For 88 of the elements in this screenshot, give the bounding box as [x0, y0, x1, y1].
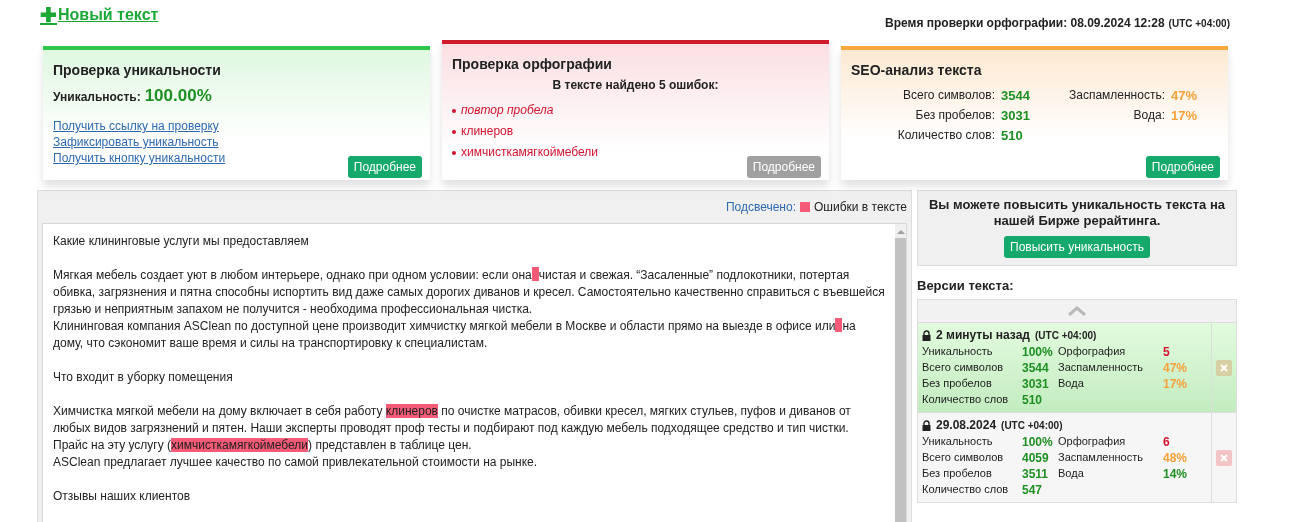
text-line: Мягкая мебель создает уют в любом интерьере, однако при одном условии: если она чистая и свежая. “Засаленные” подлокотники, потертая [53, 267, 851, 284]
versions-title: Версии текста: [917, 278, 1015, 293]
check-time: Время проверки орфографии: 08.09.2024 12:28 [885, 16, 1165, 30]
text-line: Химчистка мягкой мебели на дому включает в себя работу клинеров по очистке матрасов, обивки кресел, мягких стульев, пуфов и диванов от [53, 403, 852, 420]
new-text-link[interactable]: ✚Новый текст [40, 6, 159, 24]
promo-text: Вы можете повысить уникальность текста на нашей Бирже рерайтинга. [927, 197, 1226, 229]
stat-label: Орфография [1058, 435, 1127, 449]
stat-label: Вода [1058, 467, 1085, 481]
legend-label: Подсвечено: [725, 200, 796, 214]
stat-label: Количество слов: [897, 128, 995, 143]
stat-label: Уникальность [922, 435, 994, 449]
stat-label: Заспамленность: [1068, 88, 1165, 103]
stat-label: Заспамленность [1058, 361, 1144, 375]
lock-icon [922, 329, 931, 341]
bullet-icon [452, 150, 456, 155]
stat-value: 5 [1163, 345, 1171, 359]
text-line: Что входит в уборку помещения [53, 369, 234, 386]
stat-value: 510 [1001, 128, 1024, 143]
stat-label: Количество слов [922, 483, 1010, 497]
stat-label: Орфография [1058, 345, 1127, 359]
stat-value: 3511 [1022, 467, 1050, 481]
card-link[interactable]: Получить кнопку уникальности [53, 150, 226, 166]
delete-icon[interactable] [1216, 449, 1232, 466]
boost-button[interactable]: Повысить уникальность [1004, 236, 1150, 258]
card-title: SEO-анализ текста [851, 62, 983, 78]
stat-label: Заспамленность [1058, 451, 1144, 465]
stat-label: Вода: [1133, 108, 1165, 123]
stat-label: Всего символов [922, 361, 1005, 375]
stat-label: Вода [1058, 377, 1085, 391]
chevron-up-icon[interactable] [1068, 306, 1086, 316]
stat-value: 4059 [1022, 451, 1050, 465]
stat-label: Всего символов: [903, 88, 995, 103]
uniqueness-value: 100.00% [144, 86, 212, 106]
stat-value: 47% [1171, 88, 1199, 103]
version-title: 29.08.2024 [936, 418, 997, 432]
timezone-label: (UTC +04:00) [1168, 18, 1230, 29]
stat-value: 17% [1163, 377, 1189, 391]
stat-value: 547 [1022, 483, 1044, 497]
error-item: повтор пробела [461, 102, 554, 119]
stat-value: 3031 [1022, 377, 1050, 391]
bullet-icon [452, 108, 456, 113]
legend-item: Ошибки в тексте [814, 200, 907, 214]
scroll-up-icon[interactable] [896, 229, 905, 235]
text-line: грязью и неприятным запахом не получится - необходима профессиональная чистка. [53, 301, 534, 318]
card-title: Проверка уникальности [53, 62, 222, 78]
bullet-icon [452, 129, 456, 134]
text-line: Клининговая компания ASClean по доступной цене производит химчистку мягкой мебели в Москве и области прямо на выезде в офисе или на [53, 318, 857, 335]
version-item[interactable]: 29.08.2024 (UTC +04:00) Уникальность 100% Орфография 6 Всего символов 4059 Заспамленность 48% Без пробелов 3511 Вода 14% Количество слов 547 [918, 412, 1236, 502]
stat-label: Всего символов [922, 451, 1005, 465]
text-line: ASClean предлагает лучшее качество по самой привлекательной стоимости на рынке. [53, 454, 539, 471]
details-button[interactable]: Подробнее [347, 156, 422, 178]
lock-icon [922, 419, 931, 431]
stat-value: 47% [1163, 361, 1189, 375]
delete-icon[interactable] [1216, 359, 1232, 376]
stat-value: 17% [1171, 108, 1199, 123]
card-link[interactable]: Зафиксировать уникальность [53, 134, 219, 150]
errors-summary: В тексте найдено 5 ошибок: [551, 78, 720, 92]
details-button[interactable]: Подробнее [1145, 156, 1220, 178]
timezone-label: (UTC +04:00) [1001, 419, 1063, 431]
error-item: клинеров [461, 123, 514, 140]
scrollbar[interactable] [894, 224, 906, 522]
version-title: 2 минуты назад [936, 328, 1030, 342]
stat-label: Без пробелов [922, 467, 993, 481]
text-line: Какие клининговые услуги мы предоставляем [53, 233, 310, 250]
stat-value: 510 [1022, 393, 1044, 407]
stat-label: Без пробелов: [915, 108, 995, 123]
stat-value: 48% [1163, 451, 1189, 465]
error-swatch-icon [800, 202, 810, 212]
version-item[interactable]: 2 минуты назад (UTC +04:00) Уникальность 100% Орфография 5 Всего символов 3544 Заспамленность 47% Без пробелов 3031 Вода 17% Количество слов 510 [918, 322, 1236, 412]
uniqueness-label: Уникальность: [53, 90, 141, 104]
stat-value: 14% [1163, 467, 1189, 481]
stat-value: 100% [1022, 345, 1054, 359]
stat-value: 3544 [1022, 361, 1050, 375]
stat-value: 3544 [1001, 88, 1031, 103]
stat-value: 100% [1022, 435, 1054, 449]
timezone-label: (UTC +04:00) [1034, 329, 1097, 341]
text-line: Отзывы наших клиентов [53, 488, 192, 505]
text-line: дому, что сэкономит ваше время и силы на транспортировку к специалистам. [53, 335, 489, 352]
error-item: химчисткамягкоймебели [461, 144, 598, 161]
card-link[interactable]: Получить ссылку на проверку [53, 118, 219, 134]
text-line: любых видов загрязнений и пятен. Наши эксперты проводят проф тесты и подбирают под каждую мебель подходящее средство и тип чистки. [53, 420, 850, 437]
stat-label: Без пробелов [922, 377, 993, 391]
stat-value: 3031 [1001, 108, 1031, 123]
stat-value: 6 [1163, 435, 1171, 449]
stat-label: Количество слов [922, 393, 1010, 407]
stat-label: Уникальность [922, 345, 994, 359]
text-line: обивка, загрязнения и пятна способны испортить вид даже самых дорогих диванов и кресел. Самостоятельно качественно справиться с въевшейся [53, 284, 885, 301]
card-title: Проверка орфографии [452, 56, 613, 72]
